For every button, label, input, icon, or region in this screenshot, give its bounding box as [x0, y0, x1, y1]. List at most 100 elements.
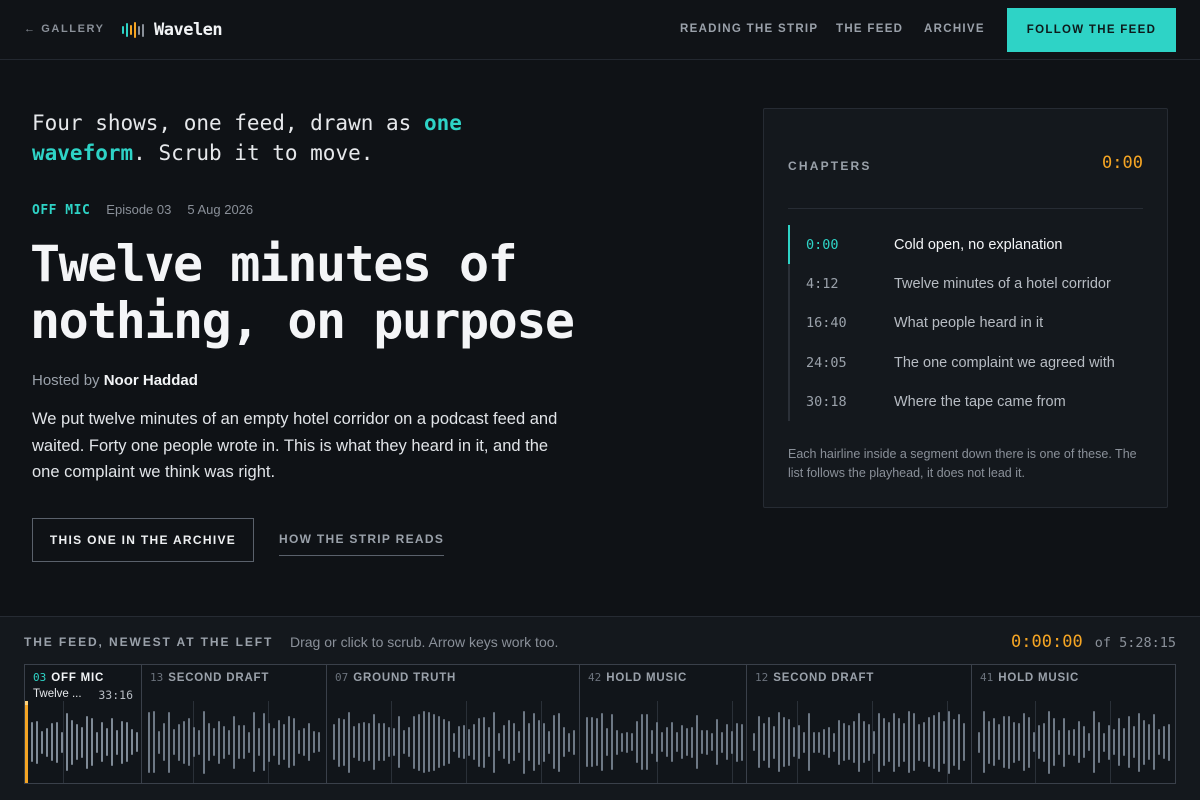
- nav-archive[interactable]: ARCHIVE: [924, 23, 985, 35]
- waveform-bar: [1058, 729, 1060, 755]
- feed-segment[interactable]: 03 OFF MIC Twelve ... 33:16: [25, 665, 142, 783]
- feed-segment[interactable]: 12 SECOND DRAFT: [747, 665, 972, 783]
- waveform-bar: [508, 720, 510, 764]
- waveform-bar: [438, 716, 440, 768]
- waveform-bar: [333, 724, 335, 760]
- waveform-bar: [701, 730, 703, 754]
- segment-show: SECOND DRAFT: [773, 672, 875, 684]
- back-to-gallery-link[interactable]: ← GALLERY: [24, 23, 105, 35]
- playhead-handle[interactable]: [25, 701, 28, 705]
- waveform-bar: [838, 719, 840, 765]
- waveform-bar: [223, 725, 225, 759]
- waveform-bar: [483, 716, 485, 768]
- waveform-bar: [661, 732, 663, 752]
- waveform-bar: [833, 732, 835, 752]
- follow-the-feed-button[interactable]: FOLLOW THE FEED: [1007, 8, 1176, 52]
- waveform-bar: [1033, 732, 1035, 752]
- waveform-bar: [753, 733, 755, 751]
- waveform-bar: [378, 723, 380, 761]
- waveform-bar: [136, 732, 138, 752]
- waveform-icon: [122, 22, 144, 38]
- waveform-bar: [1073, 728, 1075, 756]
- segment-duration: 33:16: [98, 688, 133, 702]
- waveform-bar: [803, 731, 805, 753]
- chapter-item[interactable]: 30:18 Where the tape came from: [788, 382, 1143, 422]
- waveform-bar: [666, 727, 668, 757]
- waveform-bar: [238, 725, 240, 759]
- feed-segment[interactable]: 07 GROUND TRUTH: [327, 665, 580, 783]
- waveform-bar: [538, 719, 540, 765]
- waveform-bar: [51, 723, 53, 761]
- segment-episode: Twelve ... 33:16: [33, 688, 133, 702]
- waveform-bar: [651, 730, 653, 754]
- waveform-bar: [548, 730, 550, 754]
- waveform-bar: [1003, 716, 1005, 768]
- waveform-bar: [741, 723, 743, 761]
- waveform-bar: [283, 724, 285, 760]
- waveform-scrubber[interactable]: 03 OFF MIC Twelve ... 33:16 13 SECOND DRAF…: [24, 664, 1176, 784]
- nav-reading-the-strip[interactable]: READING THE STRIP: [680, 23, 818, 35]
- waveform-bar: [686, 728, 688, 756]
- feed-clock: 0:00:00 of 5:28:15: [1011, 632, 1176, 652]
- waveform-bar: [626, 731, 628, 753]
- episode-number: Episode 03: [106, 202, 172, 217]
- waveform-bar: [706, 729, 708, 755]
- segment-show: HOLD MUSIC: [606, 672, 688, 684]
- chapter-item[interactable]: 16:40 What people heard in it: [788, 303, 1143, 343]
- waveform-bar: [1018, 723, 1020, 761]
- waveform-bar: [96, 731, 98, 753]
- waveform-bar: [101, 722, 103, 762]
- waveform-bar: [423, 711, 425, 773]
- segment-number: 07: [335, 671, 349, 684]
- archive-button[interactable]: THIS ONE IN THE ARCHIVE: [32, 518, 254, 562]
- playhead[interactable]: [25, 701, 28, 783]
- waveform-bar: [1153, 714, 1155, 770]
- tagline-end: . Scrub it to move.: [133, 141, 374, 165]
- waveform-bar: [273, 728, 275, 756]
- waveform-bar: [56, 721, 58, 763]
- logo[interactable]: Wavelen: [122, 20, 223, 40]
- waveform-bar: [656, 722, 658, 762]
- waveform-bar: [543, 722, 545, 762]
- waveform-bar: [428, 712, 430, 772]
- chapter-item[interactable]: 24:05 The one complaint we agreed with: [788, 342, 1143, 383]
- feed-segment[interactable]: 41 HOLD MUSIC: [972, 665, 1175, 783]
- waveform-bar: [1148, 724, 1150, 760]
- chapter-time: 16:40: [806, 315, 847, 332]
- waveform-bar: [558, 712, 560, 772]
- waveform-bar: [1023, 713, 1025, 771]
- waveform-bar: [808, 713, 810, 771]
- tagline-start: Four shows, one feed, drawn as: [32, 111, 424, 135]
- waveform-bar: [843, 723, 845, 761]
- waveform-bar: [1138, 712, 1140, 772]
- waveform-bar: [1133, 726, 1135, 758]
- chapter-item[interactable]: 0:00 Cold open, no explanation: [788, 225, 1143, 265]
- waveform-bar: [1168, 723, 1170, 761]
- how-the-strip-reads-link[interactable]: HOW THE STRIP READS: [279, 532, 445, 556]
- waveform-bar: [903, 722, 905, 762]
- feed-segment[interactable]: 13 SECOND DRAFT: [142, 665, 327, 783]
- waveform-bar: [1008, 715, 1010, 769]
- waveform-bar: [711, 733, 713, 751]
- waveform-bar: [178, 723, 180, 761]
- waveform-bar: [168, 711, 170, 773]
- waveform-bar: [993, 718, 995, 766]
- waveform-bar: [523, 710, 525, 774]
- segment-show: SECOND DRAFT: [168, 672, 270, 684]
- waveform-bar: [868, 723, 870, 761]
- waveform-bar: [998, 724, 1000, 760]
- segment-number: 03: [33, 671, 47, 684]
- chapter-item[interactable]: 4:12 Twelve minutes of a hotel corridor: [788, 264, 1143, 304]
- nav-the-feed[interactable]: THE FEED: [836, 23, 903, 35]
- top-bar: ← GALLERY Wavelen READING THE STRIP THE …: [0, 0, 1200, 60]
- show-name[interactable]: OFF MIC: [32, 203, 90, 218]
- divider: [788, 208, 1143, 209]
- waveform-bar: [493, 711, 495, 773]
- waveform-bar: [208, 723, 210, 761]
- waveform-bar: [418, 713, 420, 771]
- feed-segment[interactable]: 42 HOLD MUSIC: [580, 665, 747, 783]
- waveform-bar: [736, 722, 738, 762]
- waveform-bar: [923, 722, 925, 762]
- waveform-bar: [163, 723, 165, 761]
- segment-number: 42: [588, 671, 602, 684]
